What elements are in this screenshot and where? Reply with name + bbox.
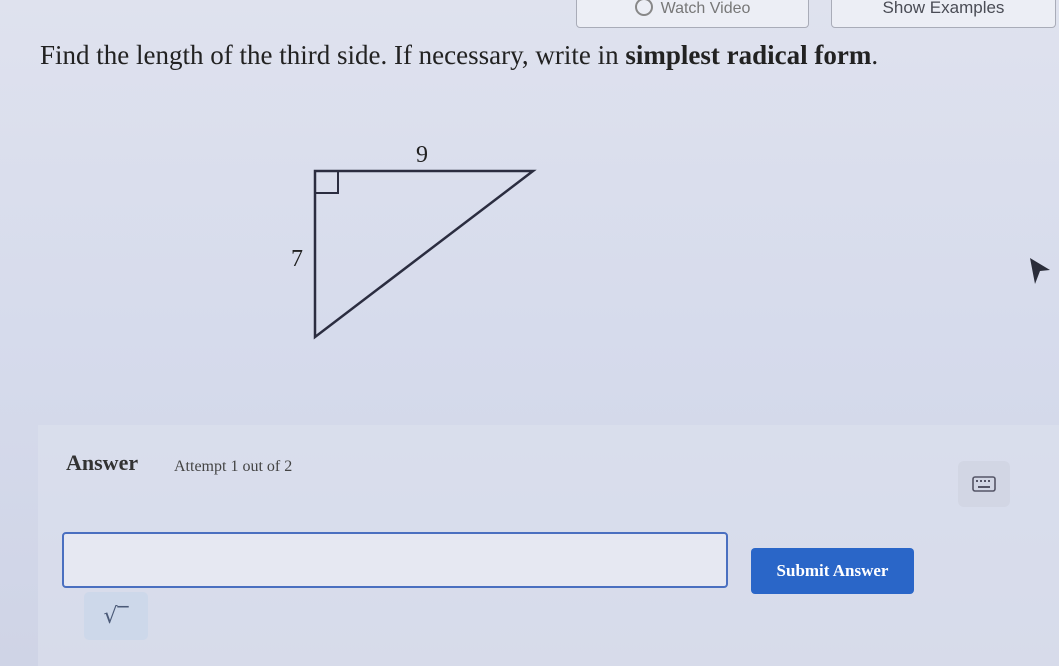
attempt-counter: Attempt 1 out of 2	[174, 458, 293, 475]
answer-input[interactable]	[62, 532, 728, 588]
answer-heading: Answer	[66, 450, 139, 475]
show-examples-label: Show Examples	[882, 0, 1005, 17]
mouse-pointer-icon	[1030, 258, 1050, 284]
sqrt-button[interactable]: √‾	[84, 592, 148, 640]
question-prefix: Find the length of the third side. If ne…	[40, 40, 626, 70]
submit-answer-button[interactable]: Submit Answer	[751, 548, 914, 594]
left-side-label: 7	[291, 246, 303, 272]
play-circle-icon	[634, 0, 653, 16]
question-suffix: .	[871, 40, 879, 70]
top-side-label: 9	[416, 142, 428, 168]
right-angle-marker	[315, 171, 339, 194]
triangle-shape	[313, 169, 537, 340]
show-examples-button[interactable]: Show Examples	[831, 0, 1056, 28]
keyboard-icon	[972, 476, 996, 492]
keyboard-toggle-button[interactable]	[958, 461, 1010, 507]
question-text: Find the length of the third side. If ne…	[40, 40, 878, 71]
question-emphasis: simplest radical form	[625, 40, 872, 70]
watch-video-label: Watch Video	[660, 0, 751, 17]
right-triangle-figure: 9 7	[291, 142, 537, 340]
sqrt-icon: √‾	[103, 603, 129, 629]
watch-video-button[interactable]: Watch Video	[576, 0, 809, 28]
